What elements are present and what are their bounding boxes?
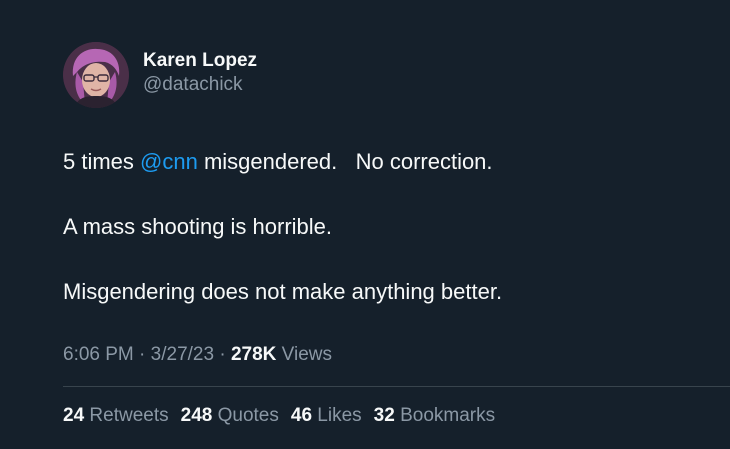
tweet-line-3: Misgendering does not make anything bett… [63,279,503,304]
stat-count: 24 [63,405,85,426]
stat-likes[interactable]: 46 Likes [291,403,362,429]
meta-separator: · [214,344,231,365]
stat-label: Bookmarks [394,405,496,426]
tweet-line-2: A mass shooting is horrible. [63,214,333,239]
tweet-date[interactable]: 3/27/23 [151,344,214,365]
stat-bookmarks[interactable]: 32 Bookmarks [374,403,495,429]
stat-count: 46 [290,405,313,426]
tweet-line-1: 5 times @cnn misgendered. No correction. [63,146,683,178]
user-handle[interactable]: @datachick [143,73,257,97]
tweet-stats: 24 Retweets 248 Quotes 46 Likes 32 Bookm… [63,403,507,429]
tweet: Karen Lopez @datachick 5 times @cnn misg… [0,0,730,449]
avatar[interactable] [63,42,129,108]
tweet-time[interactable]: 6:06 PM [63,344,134,365]
stat-quotes[interactable]: 248 Quotes [181,403,279,429]
tweet-meta: 6:06 PM · 3/27/23 · 278K Views [63,342,332,368]
user-names: Karen Lopez @datachick [143,49,257,97]
meta-separator: · [133,344,151,365]
avatar-image [63,42,129,108]
tweet-text: 5 times @cnn misgendered. No correction.… [63,146,683,308]
tweet-header: Karen Lopez @datachick [63,42,257,108]
stat-count: 248 [180,405,213,426]
views-count: 278K [230,344,277,365]
stat-label: Quotes [212,405,279,426]
stat-label: Likes [312,405,362,426]
stat-count: 32 [373,405,395,426]
stat-label: Retweets [84,405,169,426]
display-name[interactable]: Karen Lopez [143,49,257,73]
stat-retweets[interactable]: 24 Retweets [63,403,169,429]
divider [63,386,730,387]
tweet-line-1-prefix: 5 times [63,149,141,174]
views-label: Views [276,344,332,365]
tweet-line-1-suffix: misgendered. No correction. [197,149,493,174]
mention-link[interactable]: @cnn [140,149,198,174]
